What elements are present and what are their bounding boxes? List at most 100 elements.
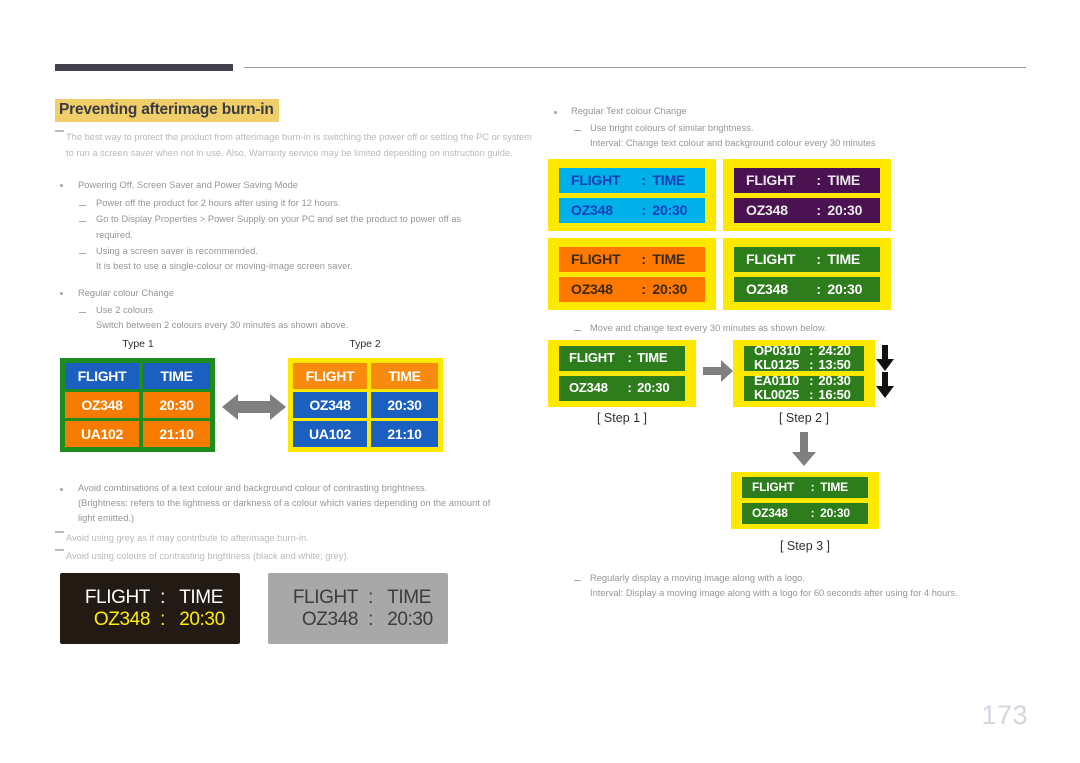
cell-flight-no: OZ348 (293, 392, 367, 418)
separator: : (816, 281, 821, 297)
table-row: FLIGHT TIME (293, 363, 438, 389)
type-1-label: Type 1 (122, 338, 154, 350)
table-row: FLIGHT TIME (65, 363, 210, 389)
separator: : (809, 387, 814, 401)
separator: : (641, 172, 646, 188)
step2-bar1-bottom-line: KL0125 : 13:50 (744, 357, 864, 371)
panel-header-bar: FLIGHT : TIME (734, 167, 880, 193)
note-avoid-contrasting-text: Avoid using colours of contrasting brigh… (66, 551, 350, 561)
sub-dash-marker (79, 312, 86, 314)
bullet-avoid-contrast: Avoid combinations of a text colour and … (78, 483, 428, 493)
document-page: Preventing afterimage burn-in The best w… (0, 0, 1080, 763)
bullet-marker (554, 111, 557, 114)
flight-no: OZ348 (93, 608, 150, 630)
dark-panel-header-line: FLIGHT : TIME (60, 587, 240, 609)
flight-label: FLIGHT (84, 586, 151, 608)
step2-bar2-bottom-line: KL0025 : 16:50 (744, 387, 864, 401)
sub-move-change-text: Move and change text every 30 minutes as… (590, 323, 827, 333)
panel-value-bar: OZ348 : 20:30 (734, 197, 880, 223)
step3-value-line: OZ348 : 20:30 (742, 506, 868, 520)
cell-time-header: TIME (371, 363, 438, 389)
bullet-avoid-contrast-cont1: (Brightness: refers to the lightness or … (78, 498, 491, 508)
separator: : (368, 608, 374, 630)
flight-label: FLIGHT (571, 172, 621, 188)
separator: : (816, 251, 821, 267)
grey-panel-value-line: OZ348 : 20:30 (268, 609, 448, 631)
cell-flight-time: 21:10 (371, 421, 438, 447)
time-label: TIME (652, 251, 686, 267)
step1-value-bar: OZ348 : 20:30 (559, 376, 685, 401)
step1-header-bar: FLIGHT : TIME (559, 346, 685, 371)
note-dash-mark (55, 531, 64, 533)
flight-board-type-1: FLIGHT TIME OZ348 20:30 UA102 21:10 (60, 358, 215, 452)
cell-flight-header: FLIGHT (65, 363, 139, 389)
cell-flight-time: 20:30 (143, 392, 210, 418)
sub-use-2-colours-cont: Switch between 2 colours every 30 minute… (96, 320, 349, 330)
cell-time-header: TIME (143, 363, 210, 389)
step1-value-line: OZ348 : 20:30 (559, 380, 685, 395)
step1-header-line: FLIGHT : TIME (559, 350, 685, 365)
flight-board-type-2: FLIGHT TIME OZ348 20:30 UA102 21:10 (288, 358, 443, 452)
flight-time: 20:30 (820, 506, 850, 520)
flight-label: FLIGHT (746, 251, 796, 267)
cell-flight-no: OZ348 (65, 392, 139, 418)
bullet-marker (60, 292, 63, 295)
separator: : (627, 380, 632, 395)
bullet-marker (60, 184, 63, 187)
sub-screen-saver-cont: It is best to use a single-colour or mov… (96, 261, 353, 271)
note-avoid-grey-text: Avoid using grey as it may contribute to… (66, 533, 309, 543)
intro-note-text: The best way to protect the product from… (66, 132, 532, 158)
flight-time: 20:30 (827, 281, 863, 297)
separator: : (809, 357, 814, 371)
sub-bright-colours-cont: Interval: Change text colour and backgro… (590, 138, 876, 148)
flight-label: FLIGHT (292, 586, 359, 608)
sub-dash-marker (79, 205, 86, 207)
time-label: TIME (820, 480, 848, 494)
step3-header-bar: FLIGHT : TIME (742, 477, 868, 498)
bullet-regular-text-colour-change: Regular Text colour Change (571, 106, 687, 116)
bullet-powering-off: Powering Off, Screen Saver and Power Sav… (78, 180, 298, 190)
separator: : (816, 172, 821, 188)
time-label: TIME (827, 251, 861, 267)
time-label: TIME (387, 586, 431, 608)
swap-double-arrow-icon (222, 392, 286, 427)
sub-moving-image-logo: Regularly display a moving image along w… (590, 573, 805, 583)
table-row: UA102 21:10 (65, 421, 210, 447)
separator: : (160, 608, 166, 630)
scroll-down-arrow-icon-2 (876, 372, 894, 403)
separator: : (641, 281, 646, 297)
flight-time: 20:30 (637, 380, 670, 395)
separator: : (641, 202, 646, 218)
time-label: TIME (179, 586, 223, 608)
step-2-panel: OP0310 : 24:20 KL0125 : 13:50 EA0110 : 2… (733, 340, 875, 407)
flight-no: OZ348 (746, 281, 788, 297)
grey-demo-panel: FLIGHT : TIME OZ348 : 20:30 (268, 573, 448, 644)
separator: : (810, 506, 815, 520)
panel-header-bar: FLIGHT : TIME (559, 167, 705, 193)
type-2-label: Type 2 (349, 338, 381, 350)
sub-moving-image-logo-cont: Interval: Display a moving image along w… (590, 588, 958, 598)
sub-dash-marker (574, 330, 581, 332)
step-3-caption: [ Step 3 ] (779, 539, 831, 553)
flight-no: OZ348 (752, 506, 788, 520)
time-label: TIME (652, 172, 686, 188)
cell-flight-no: UA102 (293, 421, 367, 447)
time-label: TIME (637, 350, 668, 365)
panel-header-bar: FLIGHT : TIME (734, 246, 880, 272)
page-number: 173 (981, 700, 1028, 730)
panel-header-bar: FLIGHT : TIME (559, 246, 705, 272)
table-row: OZ348 20:30 (293, 392, 438, 418)
grey-panel-header-line: FLIGHT : TIME (268, 587, 448, 609)
cell-flight-no: UA102 (65, 421, 139, 447)
sub-display-properties: Go to Display Properties > Power Supply … (96, 214, 462, 240)
flight-no: OZ348 (746, 202, 788, 218)
step3-header-line: FLIGHT : TIME (742, 480, 868, 494)
flight-time: 13:50 (818, 357, 851, 371)
sub-bright-colours: Use bright colours of similar brightness… (590, 123, 754, 133)
flight-time: 20:30 (179, 608, 225, 630)
separator: : (816, 202, 821, 218)
bullet-marker (60, 488, 63, 491)
sub-power-off-2h: Power off the product for 2 hours after … (96, 198, 341, 208)
flight-no: OZ348 (571, 202, 613, 218)
step3-value-bar: OZ348 : 20:30 (742, 503, 868, 524)
